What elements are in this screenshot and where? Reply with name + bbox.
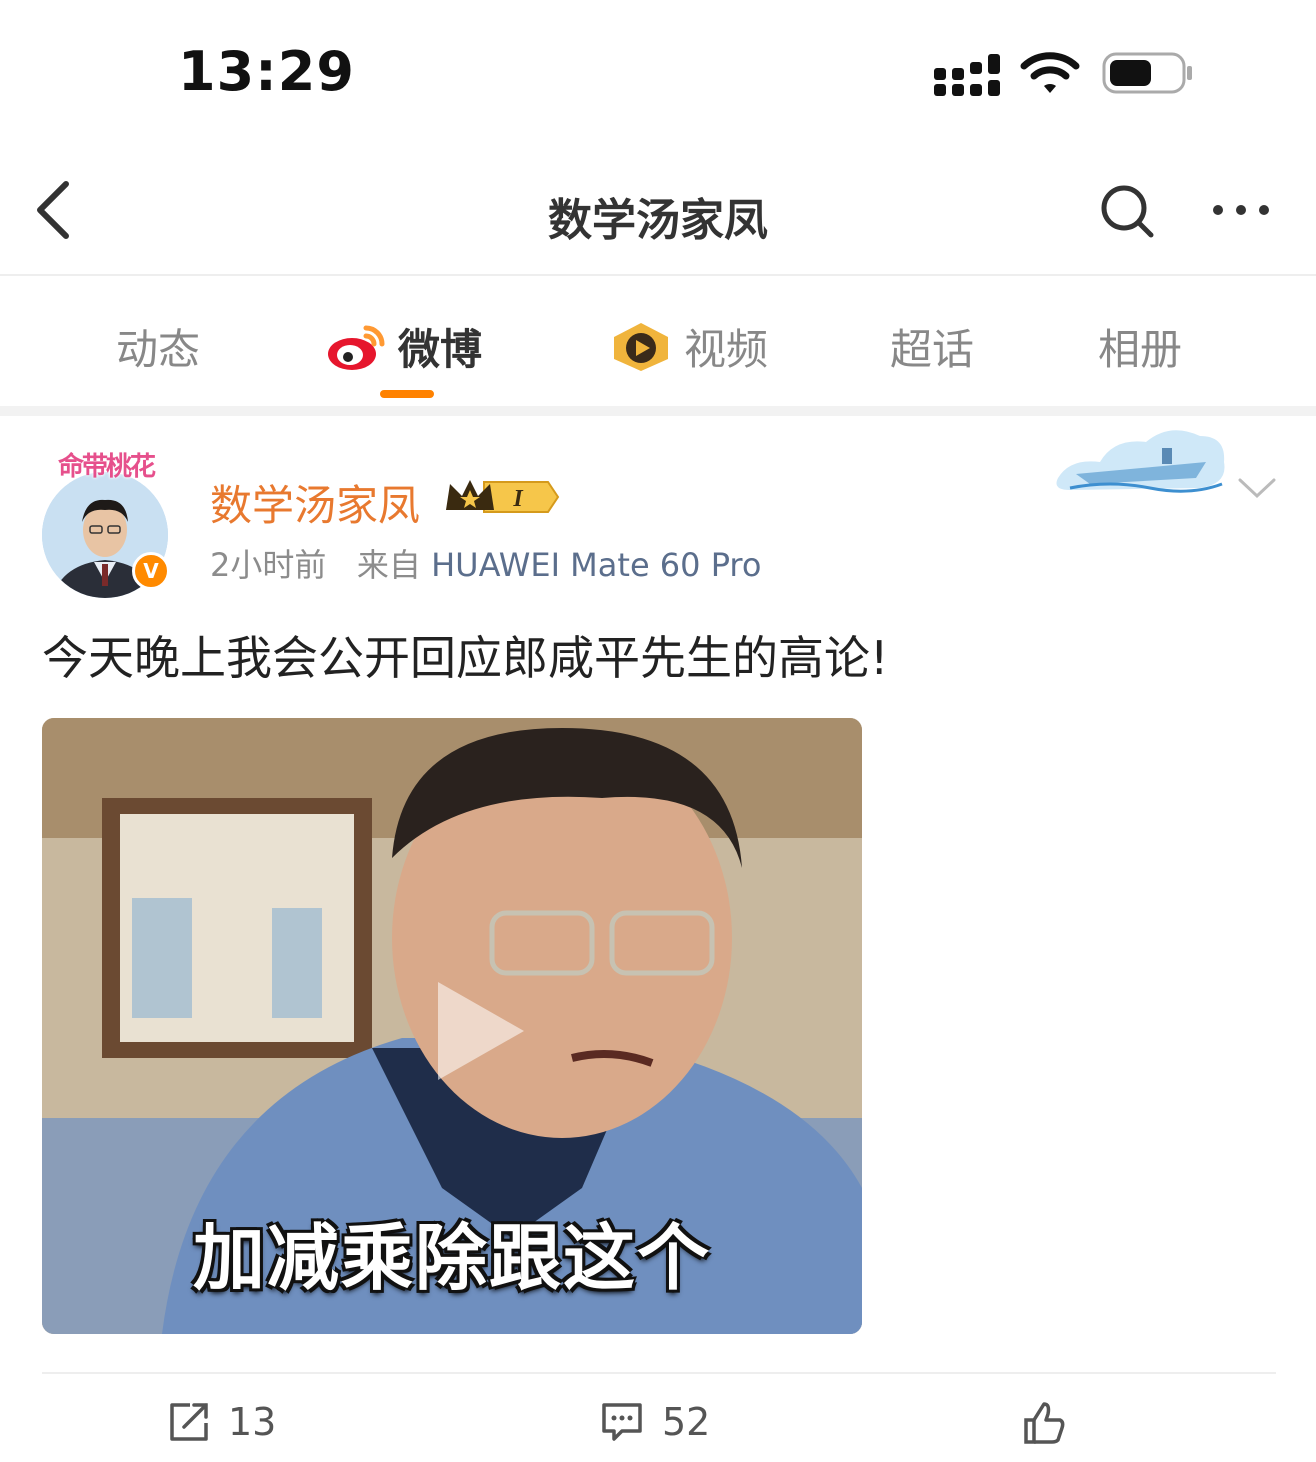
comment-count: 52 <box>662 1400 711 1444</box>
active-tab-indicator <box>380 390 434 398</box>
repost-count: 13 <box>228 1400 277 1444</box>
tab-label: 超话 <box>890 325 975 374</box>
comment-icon <box>602 1403 642 1441</box>
like-button[interactable] <box>1022 1400 1066 1444</box>
post-time: 2小时前 <box>210 546 327 584</box>
tab-supertopic[interactable]: 超话 <box>890 316 974 377</box>
video-thumbnail[interactable]: 加减乘除跟这个 <box>42 718 862 1334</box>
wifi-icon <box>1020 52 1080 93</box>
play-icon[interactable] <box>430 976 530 1086</box>
search-icon[interactable] <box>1098 182 1156 240</box>
post-source-prefix: 来自 <box>356 546 421 584</box>
svg-text:I: I <box>512 486 524 512</box>
avatar-frame-text: 命带桃花 <box>57 452 156 482</box>
nav-header: 数学汤家凤 <box>0 150 1316 276</box>
post-author-name[interactable]: 数学汤家凤 <box>210 472 420 533</box>
action-divider <box>42 1372 1276 1374</box>
more-icon[interactable] <box>1210 190 1272 230</box>
avatar-container[interactable]: 命带桃花 V <box>36 446 176 598</box>
aircraft-carrier-card-decoration <box>1056 430 1225 493</box>
tab-video[interactable]: 视频 <box>610 316 768 377</box>
section-separator <box>0 406 1316 416</box>
weibo-logo-icon <box>328 325 385 370</box>
tab-label: 视频 <box>684 325 769 374</box>
tab-label: 相册 <box>1098 325 1183 374</box>
repost-icon <box>170 1403 208 1441</box>
repost-button[interactable]: 13 <box>168 1400 276 1444</box>
chevron-down-icon[interactable] <box>1236 476 1278 502</box>
tab-weibo[interactable]: 微博 <box>326 316 482 377</box>
tab-dynamics[interactable]: 动态 <box>116 316 200 377</box>
thumbs-up-icon <box>1024 1402 1065 1444</box>
cellular-signal-icon <box>934 54 1000 96</box>
comment-button[interactable]: 52 <box>600 1400 710 1444</box>
status-bar: 13:29 <box>0 0 1316 140</box>
post-text: 今天晚上我会公开回应郎咸平先生的高论! <box>42 631 889 685</box>
battery-icon <box>1102 52 1192 94</box>
video-caption: 加减乘除跟这个 <box>192 1216 711 1300</box>
profile-tabs: 动态 微博 视频 超话 相册 <box>0 278 1316 406</box>
video-channel-icon <box>614 322 668 371</box>
verified-badge-icon: V <box>132 552 170 590</box>
tab-label: 动态 <box>116 325 201 374</box>
tab-label: 微博 <box>398 325 483 374</box>
vip-crown-badge-icon[interactable]: I <box>444 476 560 518</box>
post-source-device: HUAWEI Mate 60 Pro <box>431 546 762 584</box>
tab-album[interactable]: 相册 <box>1098 316 1182 377</box>
post-card[interactable]: 命带桃花 V 数学汤家凤 I 2小时前 来自 HUAWEI Mate 60 Pr… <box>0 416 1316 1462</box>
post-meta: 2小时前 来自 HUAWEI Mate 60 Pro <box>210 540 761 586</box>
status-time: 13:29 <box>178 40 355 103</box>
